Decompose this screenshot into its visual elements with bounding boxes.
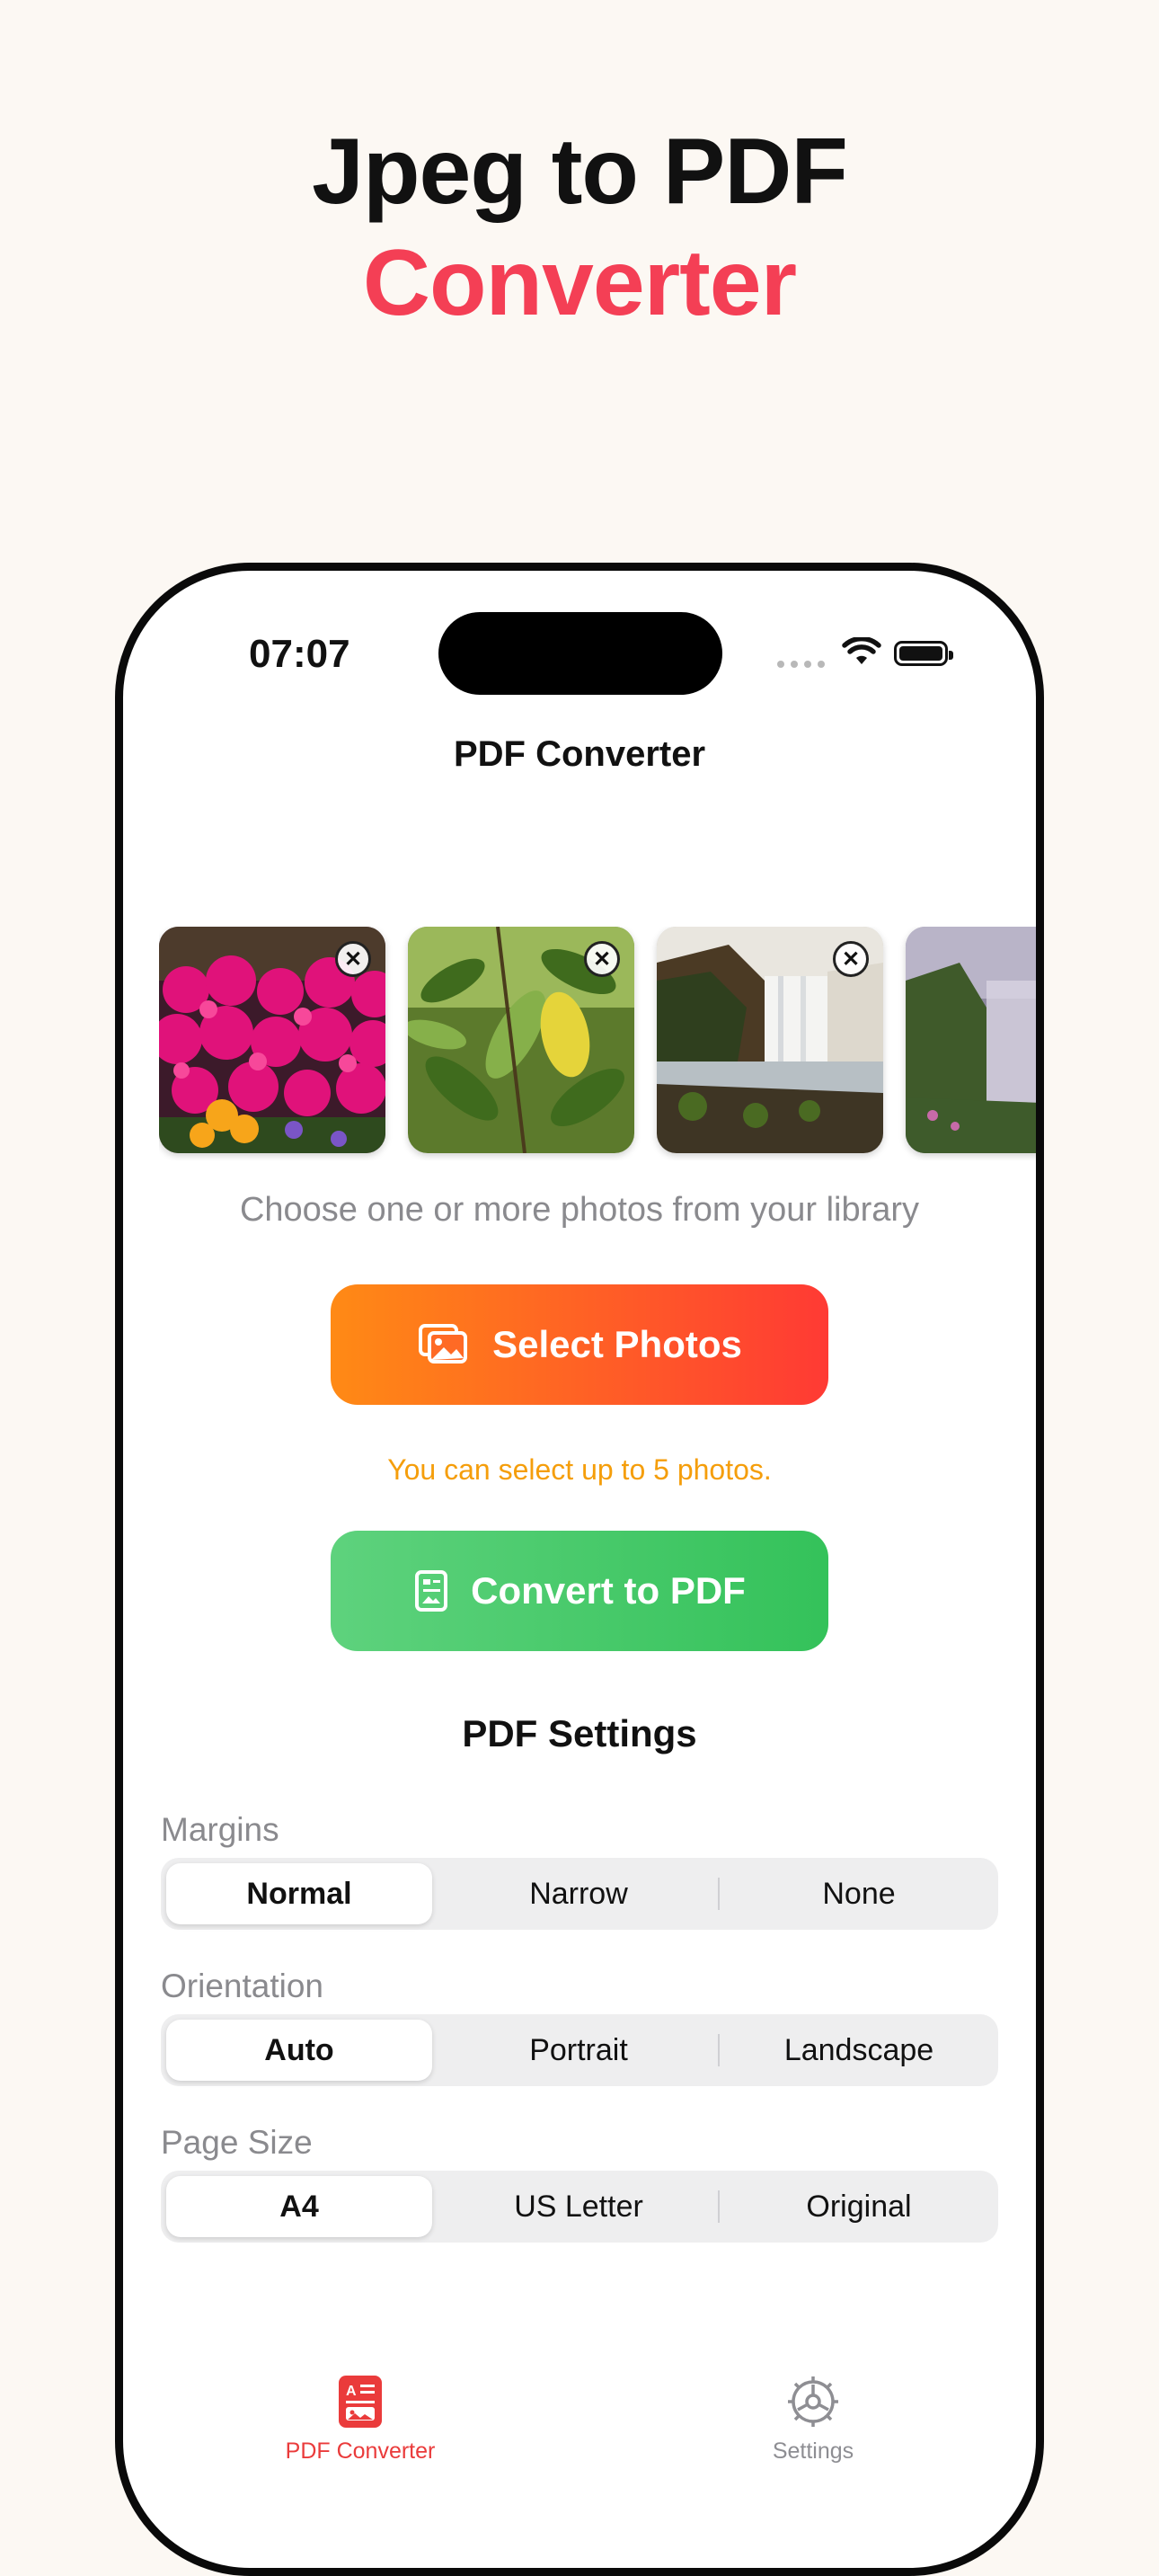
orientation-option-portrait[interactable]: Portrait (439, 2014, 718, 2086)
orientation-label: Orientation (161, 1968, 323, 2004)
tab-pdf-converter[interactable]: A PDF Converter (226, 2374, 495, 2465)
page-size-label: Page Size (161, 2124, 313, 2161)
remove-photo-icon[interactable]: ✕ (584, 941, 620, 977)
convert-to-pdf-label: Convert to PDF (471, 1569, 746, 1612)
select-photos-button[interactable]: Select Photos (331, 1284, 828, 1405)
pdf-converter-icon: A (339, 2376, 382, 2428)
hillside-photo (906, 927, 1036, 1153)
photo-thumbnail-leaves[interactable]: ✕ (408, 927, 634, 1153)
margins-option-none[interactable]: None (720, 1858, 998, 1930)
margins-segmented-control[interactable]: Normal Narrow None (161, 1858, 998, 1930)
app-screen: 07:07 PDF Converter ✕ ✕ ✕ Choose one or … (123, 571, 1036, 2568)
selected-photos-strip[interactable]: ✕ ✕ ✕ (159, 927, 1036, 1160)
gear-icon (788, 2376, 838, 2427)
page-size-segmented-control[interactable]: A4 US Letter Original (161, 2171, 998, 2243)
select-photos-label: Select Photos (492, 1323, 742, 1365)
margins-option-normal[interactable]: Normal (166, 1863, 432, 1924)
document-icon (415, 1570, 448, 1612)
convert-to-pdf-button[interactable]: Convert to PDF (331, 1531, 828, 1651)
svg-text:A: A (346, 2384, 357, 2399)
headline-line-2: Converter (362, 231, 797, 335)
remove-photo-icon[interactable]: ✕ (833, 941, 869, 977)
tab-settings-label: Settings (772, 2438, 854, 2464)
orientation-segmented-control[interactable]: Auto Portrait Landscape (161, 2014, 998, 2086)
photo-thumbnail-waterfall[interactable]: ✕ (657, 927, 883, 1153)
page-size-option-us-letter[interactable]: US Letter (439, 2171, 718, 2243)
phone-frame: 07:07 PDF Converter ✕ ✕ ✕ Choose one or … (115, 563, 1044, 2576)
headline-line-1: Jpeg to PDF (312, 120, 848, 224)
orientation-option-landscape[interactable]: Landscape (720, 2014, 998, 2086)
photos-icon (419, 1324, 468, 1364)
photo-limit-note: You can select up to 5 photos. (387, 1453, 772, 1486)
cellular-signal-icon (777, 661, 825, 668)
dynamic-island (438, 612, 722, 695)
status-time: 07:07 (249, 632, 350, 676)
page-size-option-original[interactable]: Original (720, 2171, 998, 2243)
nav-title: PDF Converter (453, 734, 706, 774)
page-size-option-a4[interactable]: A4 (166, 2176, 432, 2237)
wifi-icon (842, 637, 881, 664)
photo-hint: Choose one or more photos from your libr… (239, 1191, 920, 1229)
photo-thumbnail-hillside[interactable] (906, 927, 1036, 1153)
margins-label: Margins (161, 1811, 279, 1848)
orientation-option-auto[interactable]: Auto (166, 2020, 432, 2081)
tab-settings[interactable]: Settings (678, 2374, 948, 2465)
remove-photo-icon[interactable]: ✕ (335, 941, 371, 977)
tab-pdf-converter-label: PDF Converter (285, 2438, 436, 2464)
pdf-settings-title: PDF Settings (462, 1712, 697, 1754)
battery-icon (894, 641, 953, 666)
margins-option-narrow[interactable]: Narrow (439, 1858, 718, 1930)
photo-thumbnail-flowers[interactable]: ✕ (159, 927, 385, 1153)
